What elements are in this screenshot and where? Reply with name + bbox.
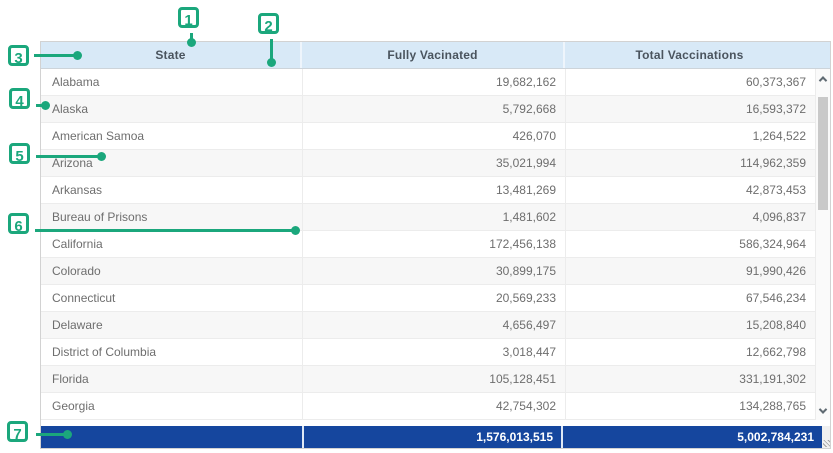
table-row[interactable]: Arkansas 13,481,269 42,873,453 [41,177,816,204]
fully-vaccinated-cell: 42,754,302 [303,393,566,419]
summary-state-cell [41,426,302,448]
summary-total-vaccinations: 5,002,784,231 [561,426,822,448]
table-row[interactable]: Florida 105,128,451 331,191,302 [41,366,816,393]
scroll-down-button[interactable] [816,401,830,420]
fully-vaccinated-cell: 19,682,162 [303,69,566,95]
state-cell: Arkansas [41,177,303,203]
annotation-line-6 [35,229,293,232]
chevron-down-icon [819,405,827,413]
vaccination-table: State Fully Vacinated Total Vaccinations… [40,41,831,449]
annotation-line-7 [36,433,66,436]
total-vaccinations-cell: 60,373,367 [566,69,816,95]
state-cell: California [41,231,303,257]
scroll-up-button[interactable] [816,69,830,88]
total-vaccinations-cell: 16,593,372 [566,96,816,122]
annotation-line-3 [34,54,76,57]
fully-vaccinated-cell: 5,792,668 [303,96,566,122]
chevron-up-icon [819,76,827,84]
scrollbar-thumb[interactable] [818,97,828,210]
state-cell: Arizona [41,150,303,176]
annotation-line-2 [270,39,273,60]
annotation-marker-5: 5 [9,143,30,164]
scrollbar-corner [822,426,830,448]
table-row[interactable]: Alabama 19,682,162 60,373,367 [41,69,816,96]
state-cell: Alabama [41,69,303,95]
annotation-dot-3 [73,51,82,60]
total-vaccinations-cell: 12,662,798 [566,339,816,365]
fully-vaccinated-cell: 426,070 [303,123,566,149]
state-cell: District of Columbia [41,339,303,365]
table-row[interactable]: Alaska 5,792,668 16,593,372 [41,96,816,123]
table-row[interactable]: Arizona 35,021,994 114,962,359 [41,150,816,177]
total-vaccinations-cell: 91,990,426 [566,258,816,284]
annotation-dot-5 [97,152,106,161]
screenshot-canvas: State Fully Vacinated Total Vaccinations… [0,0,833,453]
annotation-marker-1: 1 [178,7,199,28]
state-cell: Alaska [41,96,303,122]
summary-fully-vaccinated: 1,576,013,515 [302,426,561,448]
fully-vaccinated-cell: 3,018,447 [303,339,566,365]
annotation-dot-4 [41,101,50,110]
summary-row: 1,576,013,515 5,002,784,231 [41,426,822,448]
annotation-dot-7 [63,430,72,439]
table-row[interactable]: American Samoa 426,070 1,264,522 [41,123,816,150]
table-row[interactable]: Delaware 4,656,497 15,208,840 [41,312,816,339]
state-cell: Bureau of Prisons [41,204,303,230]
total-vaccinations-cell: 586,324,964 [566,231,816,257]
fully-vaccinated-cell: 35,021,994 [303,150,566,176]
total-vaccinations-cell: 42,873,453 [566,177,816,203]
fully-vaccinated-cell: 30,899,175 [303,258,566,284]
table-header-row: State Fully Vacinated Total Vaccinations [41,42,830,69]
annotation-marker-4: 4 [9,88,30,109]
annotation-dot-1 [187,38,196,47]
column-header-total-vaccinations: Total Vaccinations [565,42,814,68]
annotation-marker-3: 3 [8,45,29,66]
total-vaccinations-cell: 15,208,840 [566,312,816,338]
fully-vaccinated-cell: 20,569,233 [303,285,566,311]
total-vaccinations-cell: 67,546,234 [566,285,816,311]
table-row[interactable]: Connecticut 20,569,233 67,546,234 [41,285,816,312]
state-cell: Georgia [41,393,303,419]
fully-vaccinated-cell: 4,656,497 [303,312,566,338]
state-cell: American Samoa [41,123,303,149]
table-row[interactable]: Bureau of Prisons 1,481,602 4,096,837 [41,204,816,231]
annotation-dot-2 [267,58,276,67]
state-cell: Connecticut [41,285,303,311]
total-vaccinations-cell: 134,288,765 [566,393,816,419]
table-row[interactable]: California 172,456,138 586,324,964 [41,231,816,258]
fully-vaccinated-cell: 172,456,138 [303,231,566,257]
fully-vaccinated-cell: 1,481,602 [303,204,566,230]
total-vaccinations-cell: 114,962,359 [566,150,816,176]
annotation-dot-6 [291,226,300,235]
fully-vaccinated-cell: 105,128,451 [303,366,566,392]
vertical-scrollbar-track[interactable] [816,69,830,420]
table-row[interactable]: Georgia 42,754,302 134,288,765 [41,393,816,420]
resize-grip-icon [823,440,830,447]
header-scrollbar-spacer [814,42,830,68]
state-cell: Florida [41,366,303,392]
state-cell: Colorado [41,258,303,284]
total-vaccinations-cell: 4,096,837 [566,204,816,230]
annotation-line-5 [36,155,100,158]
total-vaccinations-cell: 331,191,302 [566,366,816,392]
table-row[interactable]: Colorado 30,899,175 91,990,426 [41,258,816,285]
annotation-marker-2: 2 [258,13,279,34]
annotation-marker-7: 7 [7,421,28,442]
fully-vaccinated-cell: 13,481,269 [303,177,566,203]
table-row[interactable]: District of Columbia 3,018,447 12,662,79… [41,339,816,366]
state-cell: Delaware [41,312,303,338]
total-vaccinations-cell: 1,264,522 [566,123,816,149]
table-body: Alabama 19,682,162 60,373,367 Alaska 5,7… [41,69,816,420]
annotation-marker-6: 6 [8,213,29,234]
column-header-fully-vaccinated: Fully Vacinated [302,42,565,68]
